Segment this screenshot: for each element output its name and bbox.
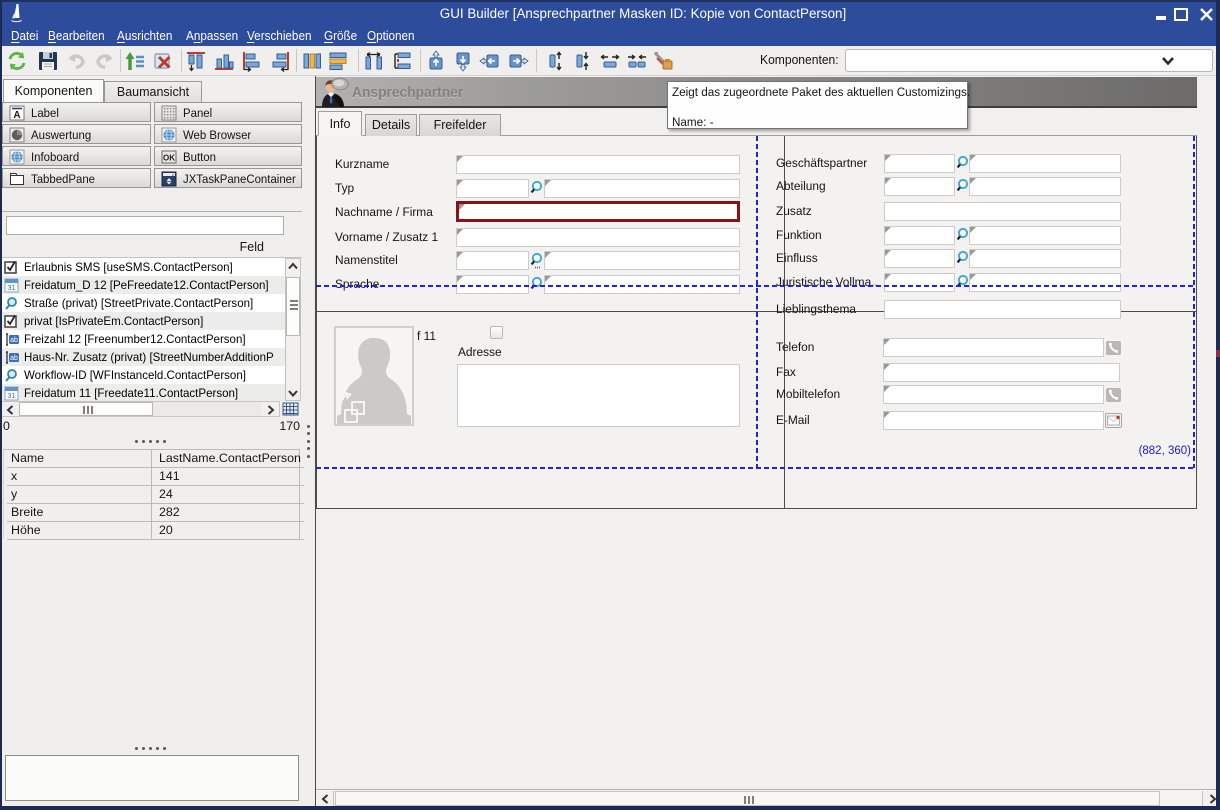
svg-text:ab: ab [10,337,18,344]
svg-text:OK: OK [163,154,175,163]
svg-text:ab: ab [10,355,18,362]
svg-text:31: 31 [7,283,15,292]
svg-text:31: 31 [7,391,15,400]
svg-text:A: A [13,110,20,121]
